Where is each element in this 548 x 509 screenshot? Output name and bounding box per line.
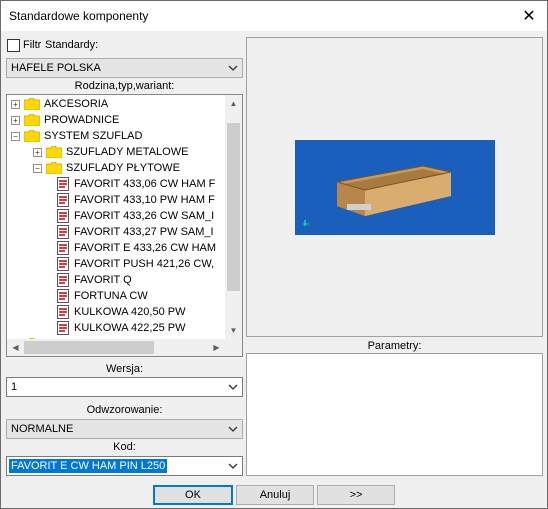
chevron-down-icon[interactable] [224,59,242,77]
folder-icon [23,97,41,111]
vertical-scroll-thumb[interactable] [227,123,240,291]
title-bar: Standardowe komponenty ✕ [1,1,547,31]
tree-item-label: PROWADNICE [44,114,120,126]
tree-item[interactable]: FAVORIT 433,06 CW HAM F [57,176,215,192]
tree-item-label: FAVORIT 433,27 PW SAM_I [74,226,214,238]
scroll-right-icon[interactable]: ▶ [208,339,225,356]
collapse-icon[interactable]: − [33,163,42,173]
scroll-up-icon[interactable]: ▲ [225,95,242,112]
folder-icon [45,161,63,175]
scroll-left-icon[interactable]: ◀ [7,339,24,356]
tree-item-label: AKCESORIA [44,98,109,110]
drawer-preview-image [295,140,495,235]
ok-button[interactable]: OK [153,485,233,505]
params-panel [246,353,543,476]
version-select[interactable]: 1 [6,377,243,397]
component-file-icon [57,257,69,271]
tree-item-label: KULKOWA 422,25 PW [74,322,186,334]
code-label: Kod: [113,441,136,453]
filter-label: Filtr [23,39,42,51]
tree-item[interactable]: + PROWADNICE [11,112,119,128]
tree-item-label: KULKOWA 420,50 PW [74,306,186,318]
tree-header: Rodzina,typ,wariant: [74,80,175,92]
params-label: Parametry: [367,340,422,352]
tree-item-label: FORTUNA CW [74,290,148,302]
folder-icon [23,129,41,143]
filter-checkbox[interactable] [7,39,20,52]
component-file-icon [57,193,69,207]
window-title: Standardowe komponenty [9,9,149,23]
component-file-icon [57,305,69,319]
cancel-button[interactable]: Anuluj [236,485,314,505]
code-input[interactable]: FAVORIT E CW HAM PIN L250 [6,456,243,476]
dialog-window: Standardowe komponenty ✕ Filtr Standardy… [0,0,548,509]
chevron-down-icon[interactable] [224,420,242,438]
tree-item[interactable]: FAVORIT 433,26 CW SAM_I [57,208,214,224]
tree-vertical-scrollbar[interactable]: ▲ ▼ [225,95,242,339]
drawer-3d-icon [303,165,452,226]
tree-item-label: SYSTEM SZUFLAD [44,130,143,142]
tree-item[interactable]: FAVORIT Q [57,272,132,288]
standards-value: HAFELE POLSKA [11,62,101,74]
tree-item[interactable]: + SZUFLADY METALOWE [33,144,188,160]
tree-item[interactable]: KULKOWA 422,25 PW [57,320,185,336]
tree-item-label: FAVORIT 433,10 PW HAM F [74,194,215,206]
tree-item[interactable]: FAVORIT 433,27 PW SAM_I [57,224,214,240]
tree-item-label: FAVORIT E 433,26 CW HAM [74,242,217,254]
tree-item-label: FAVORIT Q [74,274,132,286]
scroll-corner [225,339,242,356]
standards-select[interactable]: HAFELE POLSKA [6,58,243,78]
component-file-icon [57,321,69,335]
component-file-icon [57,241,69,255]
chevron-down-icon[interactable] [224,378,242,396]
component-file-icon [57,225,69,239]
version-label: Wersja: [105,363,144,375]
component-file-icon [57,289,69,303]
tree-item[interactable]: FORTUNA CW [57,288,148,304]
chevron-down-icon[interactable] [224,457,242,475]
expand-icon[interactable]: + [11,115,20,125]
tree-item-label: SZUFLADY PŁYTOWE [66,162,180,174]
horizontal-scroll-thumb[interactable] [24,341,154,354]
tree-item-label: FAVORIT 433,06 CW HAM F [74,178,216,190]
scroll-down-icon[interactable]: ▼ [225,322,242,339]
folder-icon [23,113,41,127]
tree-item-label: FAVORIT 433,26 CW SAM_I [74,210,215,222]
mapping-select[interactable]: NORMALNE [6,419,243,439]
close-icon[interactable]: ✕ [511,1,547,31]
code-value[interactable]: FAVORIT E CW HAM PIN L250 [9,459,168,473]
tree-item[interactable]: − SYSTEM SZUFLAD [11,128,142,144]
collapse-icon[interactable]: − [11,131,20,141]
standards-label: Standardy: [45,39,99,51]
mapping-value: NORMALNE [11,423,74,435]
component-file-icon [57,177,69,191]
tree-item-label: FAVORIT PUSH 421,26 CW, [74,258,215,270]
tree-item[interactable]: FAVORIT E 433,26 CW HAM [57,240,216,256]
version-value: 1 [11,381,18,393]
tree-item[interactable]: FAVORIT PUSH 421,26 CW, [57,256,214,272]
preview-panel [246,37,543,337]
tree-item[interactable]: − SZUFLADY PŁYTOWE [33,160,180,176]
tree-horizontal-scrollbar[interactable]: ◀ ▶ [7,339,225,356]
tree-item[interactable]: + AKCESORIA [11,96,108,112]
component-file-icon [57,273,69,287]
expand-icon[interactable]: + [11,99,20,109]
tree-item-label: SZUFLADY METALOWE [66,146,189,158]
component-file-icon [57,209,69,223]
more-button[interactable]: >> [317,485,395,505]
mapping-label: Odwzorowanie: [86,404,163,416]
expand-icon[interactable]: + [33,147,42,157]
folder-icon [45,145,63,159]
tree-item[interactable]: FAVORIT 433,10 PW HAM F [57,192,215,208]
component-tree[interactable]: + AKCESORIA + PROWADNICE − SYSTEM SZUFLAD + SZU… [6,94,243,357]
tree-item[interactable]: KULKOWA 420,50 PW [57,304,185,320]
